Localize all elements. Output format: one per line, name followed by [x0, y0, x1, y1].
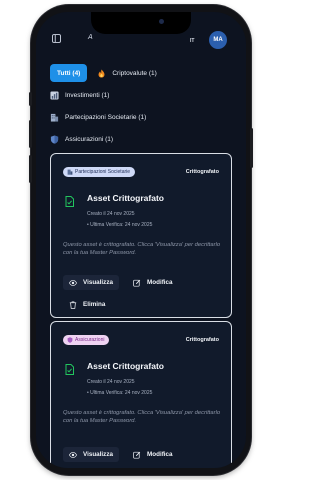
filter-insurance[interactable]: Assicurazioni (1) — [50, 130, 113, 148]
view-button[interactable]: Visualizza — [63, 275, 119, 290]
status-badge: Crittografato — [185, 169, 219, 175]
building-icon — [67, 169, 73, 175]
encrypted-notice: Questo asset è crittografato. Clicca 'Vi… — [63, 410, 221, 424]
edit-button[interactable]: Modifica — [133, 275, 173, 290]
flame-icon — [98, 68, 105, 78]
edit-button[interactable]: Modifica — [133, 447, 173, 462]
category-badge: Partecipazioni Societarie — [63, 167, 136, 177]
camera-notch — [91, 12, 191, 34]
eye-icon — [69, 451, 77, 458]
encrypted-file-icon — [65, 364, 74, 375]
filter-shareholdings[interactable]: Partecipazioni Societarie (1) — [50, 108, 146, 126]
camera-icon — [159, 19, 164, 24]
filter-investments-label: Investimenti (1) — [65, 91, 110, 99]
volume-up-button — [29, 120, 32, 148]
shield-icon — [50, 134, 59, 144]
created-date: Creato il 24 nov 2025 — [87, 211, 135, 217]
status-badge: Crittografato — [185, 337, 219, 343]
view-label: Visualizza — [83, 451, 113, 458]
last-verified-date: • Ultima Verifica: 24 nov 2025 — [87, 390, 153, 396]
eye-icon — [69, 279, 77, 286]
delete-button[interactable]: Elimina — [69, 297, 105, 312]
edit-label: Modifica — [147, 279, 173, 286]
sidebar-toggle-icon[interactable] — [52, 34, 61, 43]
filter-insurance-label: Assicurazioni (1) — [65, 135, 114, 143]
user-avatar[interactable]: MA — [209, 31, 227, 49]
filter-crypto[interactable]: Criptovalute (1) — [97, 64, 157, 82]
asset-card[interactable]: Assicurazioni Crittografato Asset Critto… — [50, 321, 232, 468]
category-badge: Assicurazioni — [63, 335, 110, 345]
filter-all[interactable]: Tutti (4) — [50, 64, 88, 82]
app-brand: A — [88, 34, 93, 41]
power-button — [250, 128, 253, 168]
trash-icon — [69, 300, 77, 309]
last-verified-date: • Ultima Verifica: 24 nov 2025 — [87, 222, 153, 228]
asset-title: Asset Crittografato — [87, 193, 164, 203]
language-selector[interactable]: IT — [190, 38, 194, 44]
delete-label: Elimina — [83, 301, 106, 308]
edit-icon — [133, 279, 141, 287]
filter-all-label: Tutti (4) — [57, 69, 81, 77]
encrypted-file-icon — [65, 196, 74, 207]
app-screen: A IT MA Tutti (4) Criptovalute (1) Inves… — [36, 12, 246, 468]
category-label: Assicurazioni — [75, 337, 105, 343]
view-label: Visualizza — [83, 279, 113, 286]
mute-switch — [29, 92, 32, 106]
asset-card[interactable]: Partecipazioni Societarie Crittografato … — [50, 153, 232, 318]
created-date: Creato il 24 nov 2025 — [87, 379, 135, 385]
asset-title: Asset Crittografato — [87, 361, 164, 371]
view-button[interactable]: Visualizza — [63, 447, 119, 462]
shield-icon — [67, 337, 73, 343]
volume-down-button — [29, 155, 32, 183]
filter-shareholdings-label: Partecipazioni Societarie (1) — [65, 113, 147, 121]
filter-investments[interactable]: Investimenti (1) — [50, 86, 109, 104]
category-filters: Tutti (4) Criptovalute (1) Investimenti … — [50, 64, 240, 148]
filter-crypto-label: Criptovalute (1) — [112, 69, 157, 77]
edit-icon — [133, 451, 141, 459]
encrypted-notice: Questo asset è crittografato. Clicca 'Vi… — [63, 242, 221, 256]
chart-icon — [50, 90, 59, 100]
category-label: Partecipazioni Societarie — [75, 169, 131, 175]
building-icon — [50, 113, 59, 122]
edit-label: Modifica — [147, 451, 173, 458]
